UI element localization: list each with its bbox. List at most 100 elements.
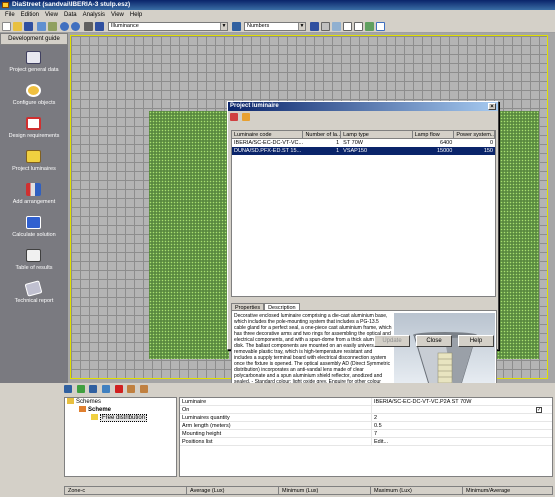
move-down-icon[interactable]: [140, 385, 149, 393]
table-row-selected[interactable]: DUNA/SD.PFX-ED.ST 15... 1 VSAP150 15000 …: [232, 147, 495, 155]
col-lamp-type[interactable]: Lamp type: [341, 131, 413, 139]
col-lamp-flow[interactable]: Lamp flow: [412, 131, 455, 139]
hand-pan-icon[interactable]: [332, 22, 341, 31]
col-average[interactable]: Average (Lux): [187, 487, 279, 494]
sidebar-item-add-arrangement[interactable]: Add arrangement: [0, 177, 68, 210]
delete-icon[interactable]: [114, 385, 123, 393]
table-header: Luminaire code Number of la... Lamp type…: [232, 131, 496, 139]
zoom-out-icon[interactable]: [354, 22, 363, 31]
tool-icon[interactable]: [48, 22, 57, 31]
table-row[interactable]: IBERIA/SC-EC-DC-VT-VC... 1 ST 70W 6400 0: [232, 139, 495, 147]
col-maximum[interactable]: Maximum (Lux): [371, 487, 463, 494]
col-power-system[interactable]: Power system...: [454, 131, 496, 139]
table-icon: [26, 249, 41, 262]
sidebar-item-design-requirements[interactable]: Design requirements: [0, 111, 68, 144]
col-minimum[interactable]: Minimum (Lux): [279, 487, 371, 494]
chevron-down-icon: ▼: [298, 23, 305, 30]
fit-window-icon[interactable]: [376, 22, 385, 31]
bottom-panel: Schemes Scheme Free distribution Luminai…: [62, 383, 555, 497]
refresh-icon[interactable]: [365, 22, 374, 31]
col-min-avg[interactable]: Minimum/Average: [463, 487, 552, 494]
close-button[interactable]: Close: [416, 335, 452, 347]
update-button[interactable]: Update: [374, 335, 410, 347]
sidebar-item-calculate-solution[interactable]: Calculate solution: [0, 210, 68, 243]
menu-analysis[interactable]: Analysis: [80, 10, 108, 20]
table-view-icon[interactable]: [232, 22, 241, 31]
new-file-icon[interactable]: [2, 22, 11, 31]
window-title-bar[interactable]: DiaStreet (sandvai\IBERIA-3 stulp.esz): [0, 0, 555, 10]
scheme-toolbar: [64, 385, 151, 395]
folder-icon: [67, 398, 74, 405]
sidebar-item-project-general-data[interactable]: Project general data: [0, 45, 68, 78]
sidebar-item-configure-objects[interactable]: Configure objects: [0, 78, 68, 111]
prop-on[interactable]: On ✓: [180, 406, 552, 414]
main-toolbar: Illuminance ▼ Numbers ▼: [0, 20, 555, 33]
numbers-select[interactable]: Numbers ▼: [244, 22, 306, 31]
calculator-icon: [26, 216, 41, 229]
menu-view-2[interactable]: View: [108, 10, 127, 20]
requirements-icon: [26, 117, 41, 130]
sidebar-item-technical-report[interactable]: Technical report: [0, 276, 68, 309]
redo-icon[interactable]: [71, 22, 80, 31]
undo-icon[interactable]: [60, 22, 69, 31]
book-icon: [26, 51, 41, 64]
dialog-toolbar: [230, 113, 252, 123]
sidebar-item-project-luminaires[interactable]: Project luminaires: [0, 144, 68, 177]
on-checkbox[interactable]: ✓: [536, 407, 542, 413]
add-luminaire-icon[interactable]: [241, 113, 250, 121]
tree-node-schemes[interactable]: Schemes: [65, 398, 176, 406]
scheme-icon: [79, 406, 86, 413]
open-folder-icon[interactable]: [13, 22, 22, 31]
chevron-down-icon: ▼: [220, 23, 227, 30]
dialog-title-bar[interactable]: Project luminaire ×: [228, 102, 498, 111]
chart-icon[interactable]: [310, 22, 319, 31]
move-up-icon[interactable]: [127, 385, 136, 393]
prop-positions-list[interactable]: Positions list Edit...: [180, 438, 552, 446]
road-surface-left: [149, 111, 229, 359]
save-icon[interactable]: [24, 22, 33, 31]
luminaire-icon: [91, 414, 98, 421]
delete-luminaire-icon[interactable]: [230, 113, 238, 121]
tree-node-scheme[interactable]: Scheme: [65, 406, 176, 414]
add-scheme-icon[interactable]: [64, 385, 72, 393]
zoom-in-icon[interactable]: [343, 22, 352, 31]
zone-results-header: Zone-c Average (Lux) Minimum (Lux) Maxim…: [64, 486, 553, 495]
arrangement-properties-grid: Luminaire IBERIA/SC-EC-DC-VT-VC.P2A ST 7…: [179, 397, 553, 477]
luminaire-table: Luminaire code Number of la... Lamp type…: [231, 130, 496, 297]
prop-luminaires-quantity[interactable]: Luminaires quantity 2: [180, 414, 552, 422]
road-icon[interactable]: [84, 22, 93, 31]
help-button[interactable]: Help: [458, 335, 494, 347]
menu-help[interactable]: Help: [127, 10, 145, 20]
prop-arm-length[interactable]: Arm length (meters) 0.5: [180, 422, 552, 430]
app-icon: [2, 2, 9, 8]
col-number-of-lamps[interactable]: Number of la...: [303, 131, 342, 139]
prop-mounting-height[interactable]: Mounting height 7: [180, 430, 552, 438]
sidebar-item-table-of-results[interactable]: Table of results: [0, 243, 68, 276]
menu-file[interactable]: File: [2, 10, 18, 20]
grid-icon[interactable]: [95, 22, 104, 31]
development-guide-panel: Development guide Project general data C…: [0, 33, 68, 383]
prop-luminaire[interactable]: Luminaire IBERIA/SC-EC-DC-VT-VC.P2A ST 7…: [180, 398, 552, 406]
zoom-icon[interactable]: [321, 22, 330, 31]
window-title: DiaStreet (sandvai\IBERIA-3 stulp.esz): [12, 1, 131, 8]
road-object-icon: [26, 84, 41, 97]
project-luminaire-dialog: Project luminaire × Luminaire code Numbe…: [227, 101, 499, 447]
menu-view[interactable]: View: [42, 10, 61, 20]
schemes-tree: Schemes Scheme Free distribution: [64, 397, 177, 477]
menu-edition[interactable]: Edition: [18, 10, 42, 20]
add-arrangement-icon[interactable]: [76, 385, 85, 393]
report-icon: [24, 280, 43, 297]
arrangement-icon: [26, 183, 41, 196]
properties-icon[interactable]: [102, 385, 111, 393]
illuminance-select[interactable]: Illuminance ▼: [108, 22, 228, 31]
close-icon[interactable]: ×: [488, 103, 496, 110]
development-guide-header: Development guide: [0, 33, 68, 45]
print-icon[interactable]: [37, 22, 46, 31]
col-zone[interactable]: Zone-c: [65, 487, 187, 494]
col-luminaire-code[interactable]: Luminaire code: [232, 131, 304, 139]
copy-icon[interactable]: [89, 385, 98, 393]
menu-data[interactable]: Data: [61, 10, 80, 20]
tree-node-free-distribution[interactable]: Free distribution: [65, 414, 176, 422]
menu-bar: File Edition View Data Analysis View Hel…: [0, 10, 555, 20]
luminaire-icon: [26, 150, 41, 163]
